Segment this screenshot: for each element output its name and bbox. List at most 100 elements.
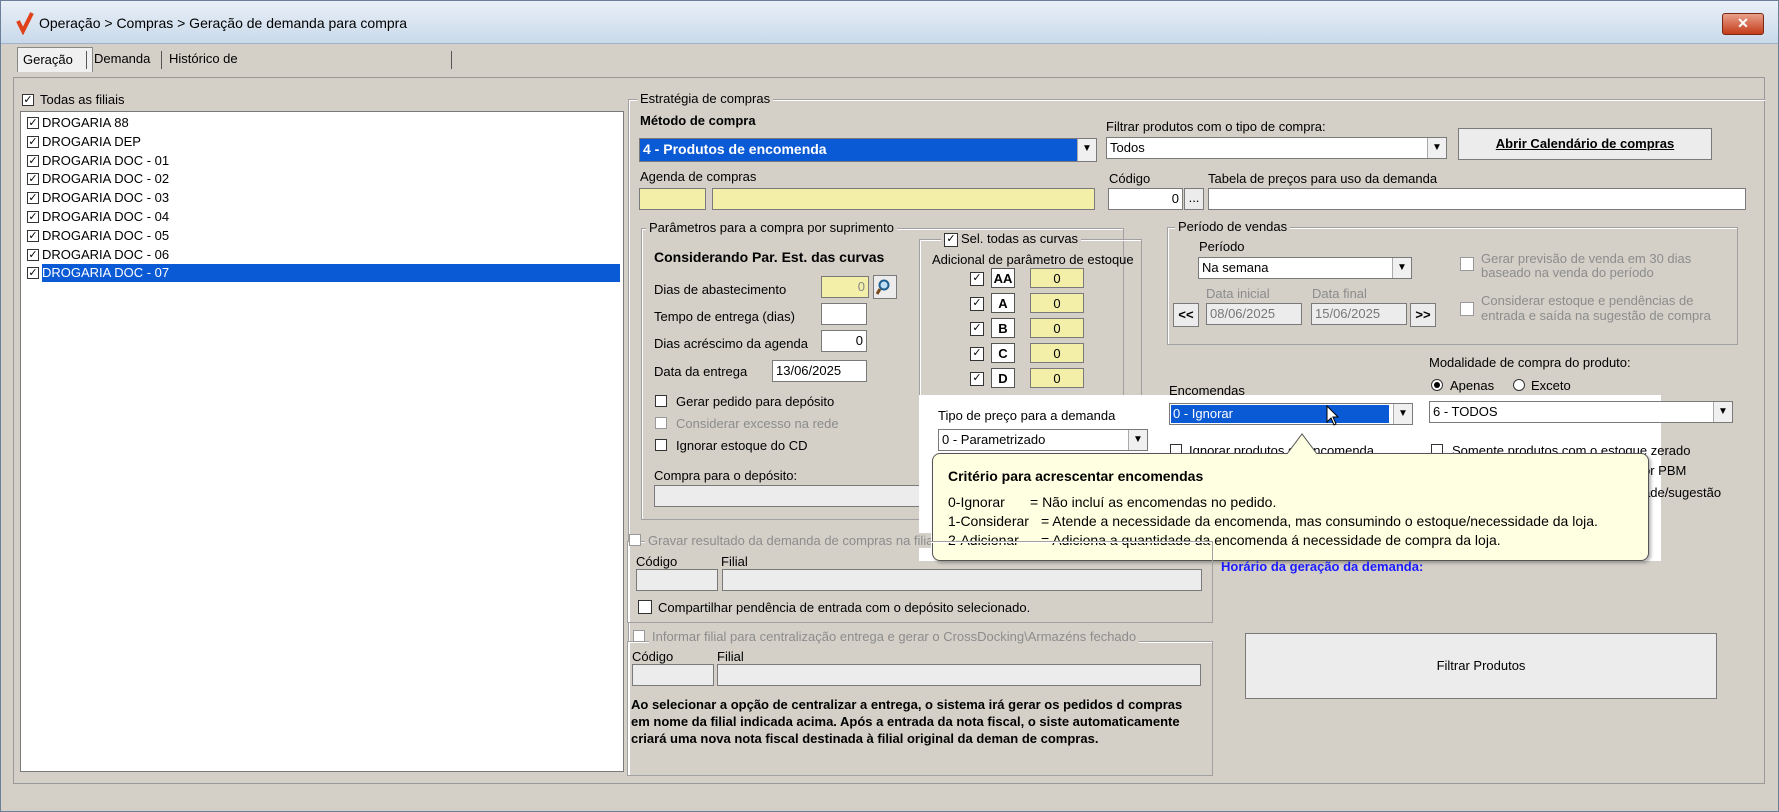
prev-period-button[interactable]: << [1173, 303, 1199, 327]
horario-label: Horário da geração da demanda: [1221, 559, 1424, 574]
gerar-previsao-label: Gerar previsão de venda em 30 dias basea… [1481, 251, 1692, 280]
filial-checkbox[interactable]: ✓ [27, 248, 39, 261]
modalidade-value: 6 - TODOS [1433, 404, 1498, 419]
tipo-preco-select[interactable]: 0 - Parametrizado ▼ [938, 429, 1148, 451]
curve-checkbox[interactable]: ✓ [970, 272, 984, 286]
codigo-label: Código [1109, 171, 1151, 186]
codigo-input[interactable]: 0 [1108, 188, 1183, 210]
curve-value-input[interactable]: 0 [1030, 293, 1084, 313]
curve-checkbox[interactable]: ✓ [970, 372, 984, 386]
periodo-label: Período [1199, 239, 1245, 254]
todas-filiais-label: Todas as filiais [40, 92, 125, 107]
filiais-list[interactable]: ✓ DROGARIA 88 ✓ DROGARIA DEP ✓ DROGARIA DOC -… [20, 111, 624, 772]
filial-list-item[interactable]: DROGARIA DOC - 05 [42, 227, 169, 245]
gravar-filial-input[interactable] [722, 569, 1202, 591]
close-button[interactable]: ✕ [1722, 13, 1764, 35]
chevron-down-icon[interactable]: ▼ [1713, 402, 1732, 422]
curve-checkbox[interactable]: ✓ [970, 347, 984, 361]
metodo-select[interactable]: 4 - Produtos de encomenda ▼ [639, 138, 1097, 162]
filial-checkbox[interactable]: ✓ [27, 192, 39, 205]
filial-list-item[interactable]: DROGARIA DOC - 07 [42, 264, 620, 283]
dias-acrescimo-input[interactable]: 0 [821, 330, 867, 352]
filial-list-item[interactable]: DROGARIA DOC - 02 [42, 170, 169, 188]
filial-checkbox[interactable]: ✓ [27, 211, 39, 223]
todas-filiais-checkbox[interactable]: ✓ [22, 94, 34, 106]
ignorar-estoque-checkbox[interactable] [655, 439, 667, 451]
data-inicial-input[interactable]: 08/06/2025 [1206, 303, 1302, 325]
tab-demanda[interactable]: Demanda [89, 47, 155, 71]
data-inicial-label: Data inicial [1206, 286, 1270, 301]
data-final-input[interactable]: 15/06/2025 [1311, 303, 1407, 325]
encomendas-select[interactable]: 0 - Ignorar ▼ [1169, 403, 1413, 425]
filial-list-item[interactable]: DROGARIA DOC - 04 [42, 208, 169, 226]
filial-checkbox[interactable]: ✓ [27, 173, 39, 186]
considerando-label: Considerando Par. Est. das curvas [654, 249, 885, 265]
gerar-previsao-checkbox[interactable] [1460, 257, 1474, 271]
considerar-estoque-checkbox[interactable] [1460, 302, 1474, 316]
centralizar-checkbox[interactable] [633, 630, 645, 642]
gravar-checkbox[interactable] [629, 534, 641, 546]
chevron-down-icon[interactable]: ▼ [1392, 258, 1411, 278]
tempo-entrega-input[interactable] [821, 303, 867, 325]
curve-value-input[interactable]: 0 [1030, 268, 1084, 288]
compartilhar-checkbox[interactable] [638, 600, 652, 614]
filtrar-value: Todos [1110, 140, 1145, 155]
tab-geracao[interactable]: Geração [17, 47, 93, 72]
periodo-value: Na semana [1202, 260, 1269, 275]
tabela-input[interactable] [1208, 188, 1746, 210]
centralizar-filial-input[interactable] [717, 664, 1201, 686]
dias-abast-input[interactable]: 0 [821, 276, 869, 298]
chevron-down-icon[interactable]: ▼ [1128, 430, 1147, 450]
filial-checkbox[interactable]: ✓ [27, 267, 39, 280]
centralizar-info: Ao selecionar a opção de centralizar a e… [631, 697, 1183, 746]
agenda-code-input[interactable] [639, 188, 706, 210]
chevron-down-icon[interactable]: ▼ [1077, 139, 1096, 161]
curve-label: AA [991, 268, 1015, 288]
periodo-select[interactable]: Na semana ▼ [1198, 257, 1412, 279]
filial-list-item[interactable]: DROGARIA DOC - 06 [42, 246, 169, 264]
modalidade-select[interactable]: 6 - TODOS ▼ [1429, 401, 1733, 423]
curve-value-input[interactable]: 0 [1030, 318, 1084, 338]
search-icon[interactable] [873, 275, 897, 299]
filtrar-produtos-button[interactable]: Filtrar Produtos [1245, 633, 1717, 699]
compartilhar-label: Compartilhar pendência de entrada com o … [658, 600, 1031, 615]
filial-checkbox[interactable]: ✓ [27, 229, 39, 242]
abrir-calendario-button[interactable]: Abrir Calendário de compras [1458, 128, 1712, 160]
chevron-down-icon[interactable]: ▼ [1393, 404, 1412, 424]
curve-checkbox[interactable]: ✓ [970, 322, 984, 336]
codigo-lookup-button[interactable]: ... [1184, 188, 1204, 210]
curve-checkbox[interactable]: ✓ [970, 297, 984, 311]
curve-label: C [991, 343, 1015, 363]
chevron-down-icon[interactable]: ▼ [1427, 138, 1446, 158]
sel-todas-checkbox[interactable]: ✓ [944, 233, 958, 247]
curve-value-input[interactable]: 0 [1030, 368, 1084, 388]
filial-list-item[interactable]: DROGARIA DOC - 01 [42, 152, 169, 170]
filial-list-item[interactable]: DROGARIA DEP [42, 133, 141, 151]
filial-checkbox[interactable]: ✓ [27, 117, 39, 129]
centralizar-codigo-input[interactable] [632, 664, 714, 686]
apenas-radio[interactable] [1431, 379, 1443, 391]
exceto-radio[interactable] [1513, 379, 1525, 391]
compra-deposito-label: Compra para o depósito: [654, 468, 798, 483]
filial-checkbox[interactable]: ✓ [27, 154, 39, 167]
next-period-button[interactable]: >> [1410, 303, 1436, 327]
curve-label: A [991, 293, 1015, 313]
agenda-desc-input[interactable] [712, 188, 1095, 210]
tab-historico[interactable]: Histórico de demandas salvas temporariam… [164, 47, 272, 138]
considerar-excesso-checkbox[interactable] [655, 417, 667, 429]
filtrar-select[interactable]: Todos ▼ [1106, 137, 1447, 159]
filtrar-label: Filtrar produtos com o tipo de compra: [1106, 119, 1326, 134]
filial-checkbox[interactable]: ✓ [27, 135, 39, 148]
gravar-codigo-input[interactable] [636, 569, 718, 591]
data-entrega-input[interactable]: 13/06/2025 [772, 360, 867, 382]
periodo-group-label: Período de vendas [1175, 219, 1291, 234]
considerar-estoque-label: Considerar estoque e pendências de entra… [1481, 293, 1711, 323]
metodo-value: 4 - Produtos de encomenda [643, 141, 827, 157]
gerar-pedido-checkbox[interactable] [655, 395, 667, 407]
compra-deposito-input[interactable] [654, 485, 934, 507]
filial-list-item[interactable]: DROGARIA DOC - 03 [42, 189, 169, 207]
curve-value-input[interactable]: 0 [1030, 343, 1084, 363]
encomendas-value: 0 - Ignorar [1170, 404, 1390, 424]
filial-list-item[interactable]: DROGARIA 88 [42, 114, 129, 132]
agenda-label: Agenda de compras [640, 169, 757, 184]
